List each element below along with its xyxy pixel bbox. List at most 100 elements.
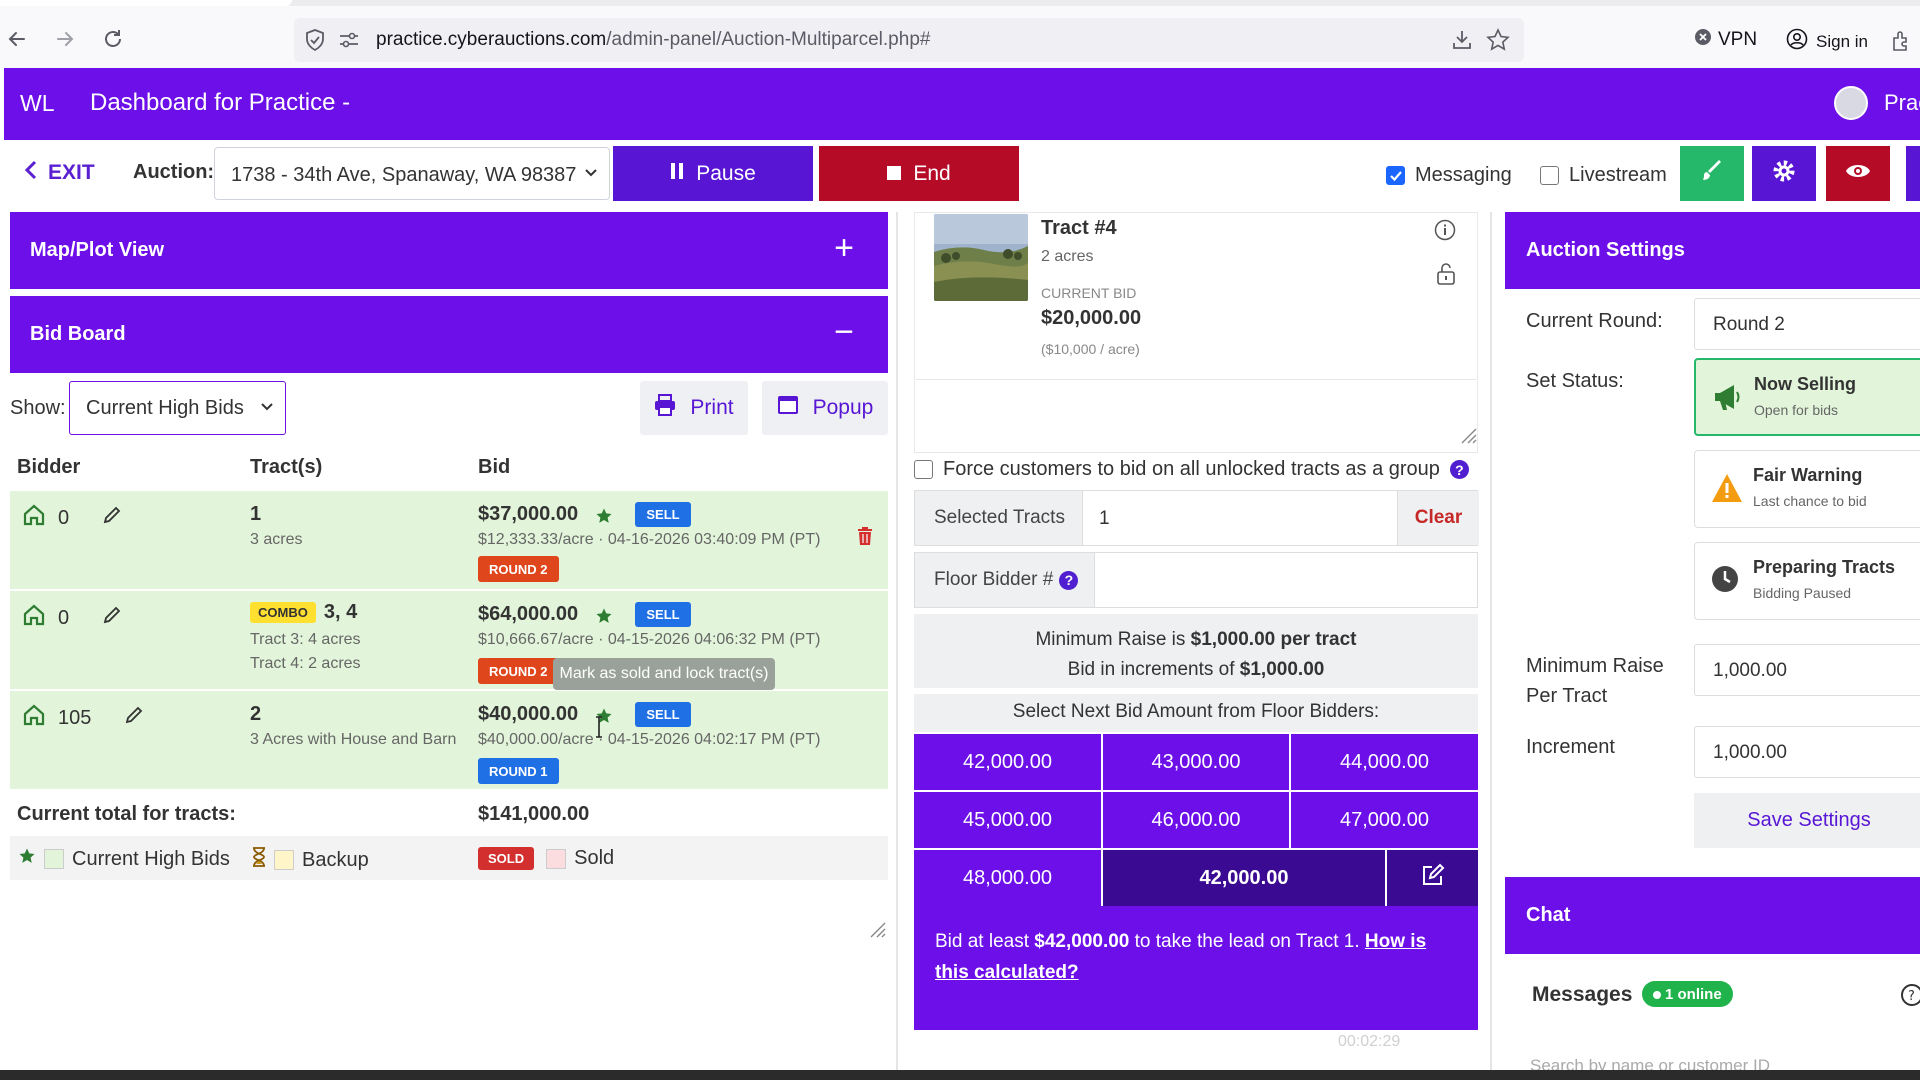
status-fair-warning[interactable]: Fair Warning Last chance to bid <box>1694 450 1920 528</box>
legend-high-bids: Current High Bids <box>18 847 230 871</box>
help-icon[interactable]: ? <box>1449 460 1469 479</box>
show-select[interactable]: Current High Bids <box>69 381 286 435</box>
status-preparing-tracts[interactable]: Preparing Tracts Bidding Paused <box>1694 542 1920 620</box>
info-icon[interactable] <box>1434 219 1456 246</box>
status-now-selling[interactable]: Now Selling Open for bids <box>1694 358 1920 436</box>
bid-amount-button[interactable]: 46,000.00 <box>1103 792 1289 848</box>
bookmark-star-icon[interactable] <box>1486 28 1510 57</box>
unlock-icon[interactable] <box>1436 262 1456 291</box>
bid-info-text: to take the lead on Tract 1. <box>1129 931 1365 952</box>
url-text[interactable]: practice.cyberauctions.com/admin-panel/A… <box>376 29 930 51</box>
messaging-toggle[interactable]: Messaging <box>1386 164 1512 187</box>
paintbrush-button[interactable] <box>1680 146 1744 201</box>
expand-icon[interactable]: + <box>834 229 854 268</box>
vpn-button[interactable]: VPN <box>1694 28 1757 52</box>
app-logo[interactable]: WL <box>20 90 55 117</box>
auction-select[interactable]: 1738 - 34th Ave, Spanaway, WA 98387 <box>214 147 610 200</box>
svg-text:?: ? <box>1908 989 1915 1004</box>
resize-handle-icon[interactable] <box>866 918 886 943</box>
url-path: /admin-panel/Auction-Multiparcel.php# <box>606 29 931 50</box>
bid-amount-button[interactable]: 43,000.00 <box>1103 734 1289 790</box>
save-settings-button[interactable]: Save Settings <box>1694 793 1920 848</box>
pencil-icon[interactable] <box>125 706 143 730</box>
bid-amount-button[interactable]: 45,000.00 <box>914 792 1101 848</box>
table-row[interactable]: 0 1 3 acres $37,000.00 SELL $12,333.33/a… <box>10 491 888 589</box>
bid-lead-info: Bid at least $42,000.00 to take the lead… <box>914 906 1478 1030</box>
minimum-raise-info: Minimum Raise is $1,000.00 per tract Bid… <box>914 614 1478 688</box>
sell-button[interactable]: SELL <box>635 602 691 627</box>
min-raise-input[interactable]: 1,000.00 <box>1694 644 1920 696</box>
pause-button[interactable]: Pause <box>613 146 813 201</box>
force-group-bid[interactable]: Force customers to bid on all unlocked t… <box>914 458 1469 481</box>
star-icon[interactable] <box>595 507 613 530</box>
end-button[interactable]: End <box>819 146 1019 201</box>
popup-button[interactable]: Popup <box>762 381 888 435</box>
settings-button[interactable] <box>1752 146 1816 201</box>
resize-handle-icon[interactable] <box>1457 424 1477 449</box>
popup-label: Popup <box>812 396 874 419</box>
vpn-icon <box>1694 28 1712 52</box>
tract-photo[interactable] <box>934 214 1028 301</box>
total-label: Current total for tracts: <box>17 803 236 825</box>
bid-amount-button[interactable]: 44,000.00 <box>1291 734 1478 790</box>
clear-button[interactable]: Clear <box>1397 491 1479 545</box>
table-row[interactable]: 105 2 3 Acres with House and Barn $40,00… <box>10 691 888 789</box>
tract-number: 2 <box>250 703 262 725</box>
url-bar[interactable]: practice.cyberauctions.com/admin-panel/A… <box>294 18 1524 62</box>
help-circle-icon[interactable]: ? <box>1900 983 1920 1012</box>
livestream-label: Livestream <box>1569 164 1667 186</box>
account-name[interactable]: Prac <box>1884 90 1920 116</box>
custom-bid-input[interactable]: 42,000.00 <box>1103 850 1385 906</box>
vpn-label: VPN <box>1718 29 1758 50</box>
livestream-toggle[interactable]: Livestream <box>1540 164 1667 187</box>
avatar[interactable] <box>1834 86 1868 120</box>
pencil-icon[interactable] <box>103 506 121 530</box>
star-icon[interactable] <box>595 607 613 630</box>
current-round-select[interactable]: Round 2 <box>1694 298 1920 350</box>
print-button[interactable]: Print <box>640 381 748 435</box>
bid-amount-button[interactable]: 48,000.00 <box>914 850 1101 906</box>
chat-header[interactable]: Chat <box>1505 877 1920 954</box>
messaging-checkbox[interactable] <box>1386 166 1405 185</box>
sell-button[interactable]: SELL <box>635 702 691 727</box>
auction-settings-header: Auction Settings <box>1505 212 1920 289</box>
selected-tracts-group: Selected Tracts 1 Clear <box>914 490 1479 546</box>
round-badge: ROUND 2 <box>478 658 559 684</box>
active-tab[interactable] <box>0 0 292 6</box>
back-icon[interactable] <box>4 26 30 52</box>
tract-notes-area[interactable] <box>914 381 1478 453</box>
bid-amount-button[interactable]: 47,000.00 <box>1291 792 1478 848</box>
bidder-number: 0 <box>58 506 70 529</box>
floor-bidder-group: Floor Bidder # ? <box>914 552 1478 608</box>
site-permissions-icon[interactable] <box>338 30 360 55</box>
preview-button[interactable] <box>1826 146 1890 201</box>
pencil-icon[interactable] <box>103 606 121 630</box>
sell-button[interactable]: SELL <box>635 502 691 527</box>
floor-bidder-input[interactable] <box>1096 553 1477 607</box>
force-group-checkbox[interactable] <box>914 460 933 479</box>
edit-bid-button[interactable] <box>1387 850 1478 906</box>
column-header-tracts: Tract(s) <box>250 456 323 478</box>
reload-icon[interactable] <box>100 26 126 52</box>
collapse-icon[interactable]: − <box>834 313 854 352</box>
video-timer: 00:02:29 <box>1338 1033 1401 1050</box>
page: { "browser": { "url_domain": "practice.c… <box>0 0 1920 1080</box>
extensions-icon[interactable] <box>1890 28 1914 57</box>
shield-icon[interactable] <box>304 28 326 57</box>
bid-board-header[interactable]: Bid Board − <box>10 296 888 373</box>
selected-tracts-label: Selected Tracts <box>915 491 1083 545</box>
trash-icon[interactable] <box>857 527 873 550</box>
more-button[interactable] <box>1906 146 1920 201</box>
min-raise-line: Minimum Raise is $1,000.00 per tract <box>914 625 1478 655</box>
selected-tracts-value[interactable]: 1 <box>1099 508 1110 530</box>
help-icon[interactable]: ? <box>1059 570 1079 590</box>
exit-button[interactable]: EXIT <box>24 160 95 186</box>
map-plot-header[interactable]: Map/Plot View + <box>10 212 888 289</box>
increment-input[interactable]: 1,000.00 <box>1694 726 1920 778</box>
save-page-icon[interactable] <box>1450 28 1474 57</box>
map-plot-title: Map/Plot View <box>30 239 165 261</box>
forward-icon[interactable] <box>52 26 78 52</box>
sign-in-button[interactable]: Sign in <box>1786 28 1868 55</box>
livestream-checkbox[interactable] <box>1540 166 1559 185</box>
bid-amount-button[interactable]: 42,000.00 <box>914 734 1101 790</box>
